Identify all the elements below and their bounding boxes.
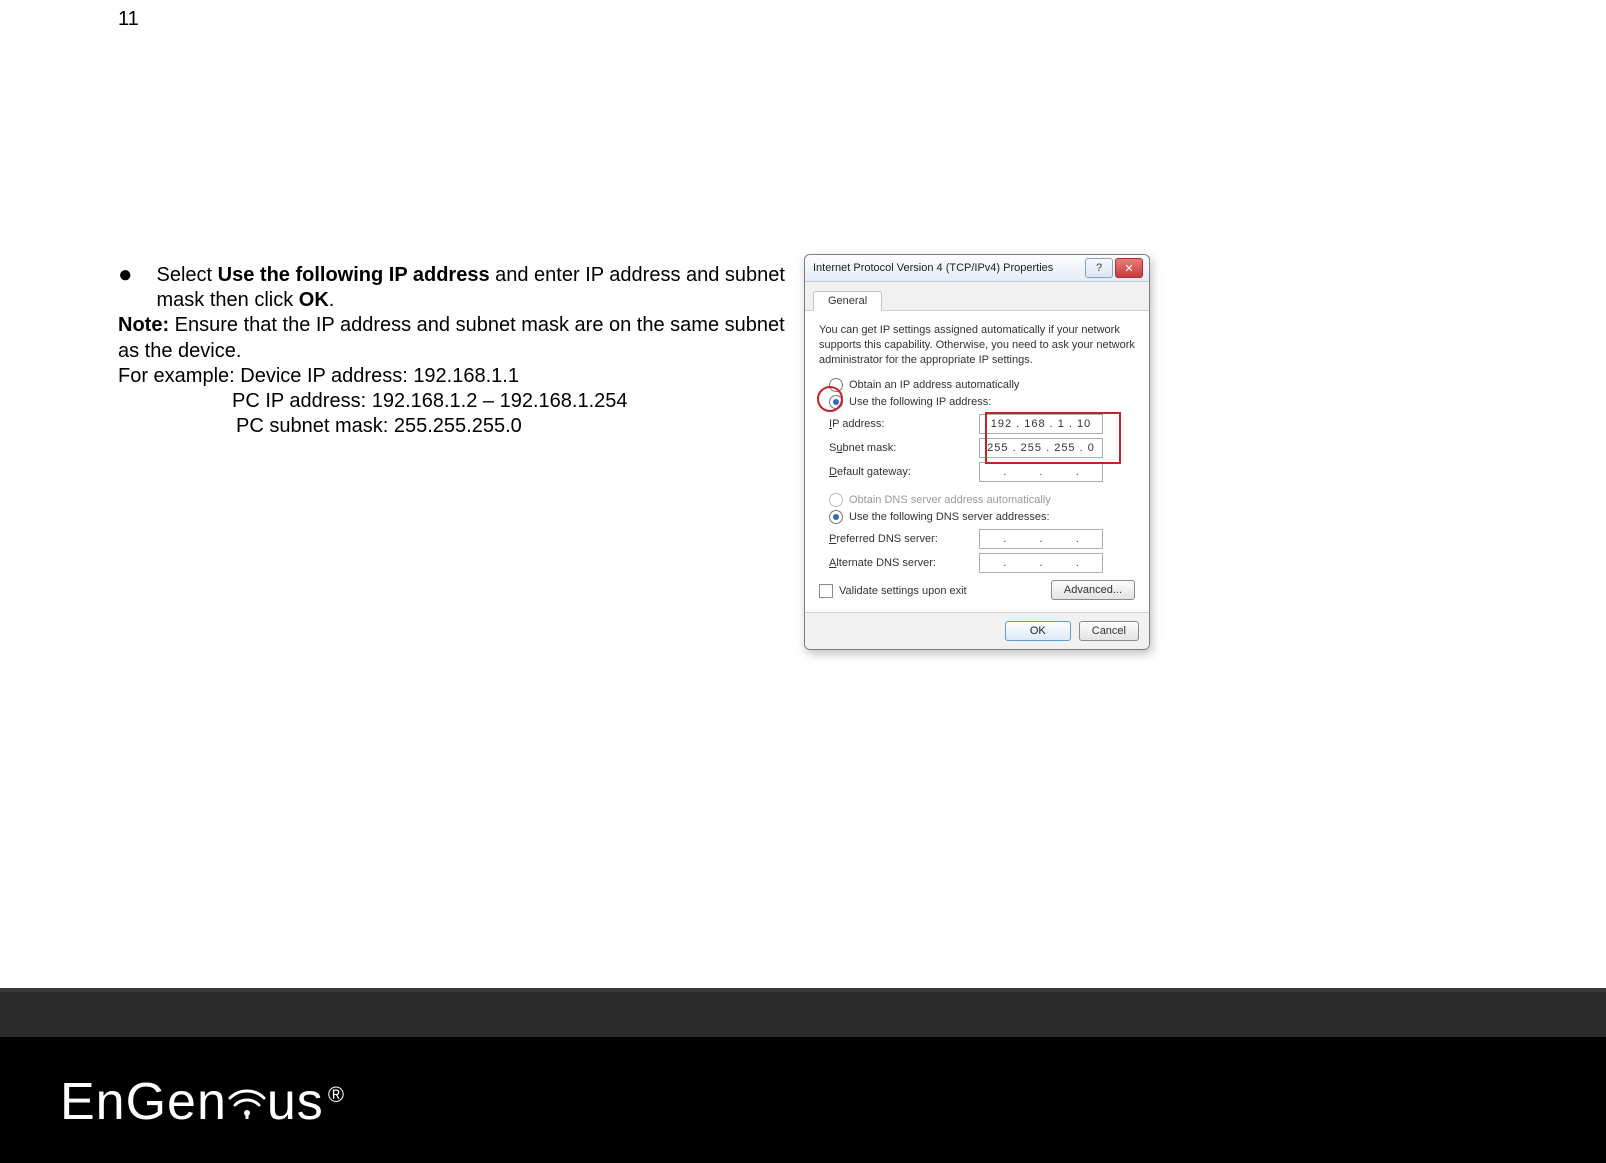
footer-stripe (0, 988, 1606, 1037)
tab-general[interactable]: General (813, 291, 882, 311)
instruction-bullet: ● Select Use the following IP address an… (118, 263, 798, 313)
engenius-logo: EnGen us ® (60, 1072, 344, 1132)
option-label: Obtain DNS server address automatically (849, 494, 1051, 506)
text-bold: OK (299, 289, 329, 311)
field-label: Alternate DNS server: (829, 557, 979, 569)
logo-text: EnGen us (60, 1072, 324, 1132)
radio-icon (829, 510, 843, 524)
field-subnet-mask: Subnet mask: 255 . 255 . 255 . 0 (829, 437, 1135, 459)
field-label: Default gateway: (829, 466, 979, 478)
field-ip-address: IIP address:P address: 192 . 168 . 1 . 1… (829, 413, 1135, 435)
ok-button[interactable]: OK (1005, 621, 1071, 641)
option-obtain-dns-auto: Obtain DNS server address automatically (829, 493, 1135, 507)
body-text: ● Select Use the following IP address an… (118, 263, 798, 439)
note-text: Ensure that the IP address and subnet ma… (118, 314, 785, 361)
field-label: Preferred DNS server: (829, 533, 979, 545)
dialog-body: You can get IP settings assigned automat… (805, 311, 1149, 612)
field-default-gateway: Default gateway: ... (829, 461, 1135, 483)
close-button[interactable]: ✕ (1115, 258, 1143, 278)
subnet-mask-input[interactable]: 255 . 255 . 255 . 0 (979, 438, 1103, 458)
option-label: Use the following DNS server addresses: (849, 511, 1050, 523)
registered-mark: ® (328, 1082, 344, 1108)
dialog-titlebar[interactable]: Internet Protocol Version 4 (TCP/IPv4) P… (805, 255, 1149, 282)
page-number: 11 (118, 8, 798, 31)
text-bold: Use the following IP address (218, 264, 490, 286)
ip-address-input[interactable]: 192 . 168 . 1 . 10 (979, 414, 1103, 434)
dialog-intro-text: You can get IP settings assigned automat… (819, 323, 1135, 368)
pc-ip-line: PC IP address: 192.168.1.2 – 192.168.1.2… (232, 389, 798, 414)
option-use-following-ip[interactable]: Use the following IP address: (829, 395, 1135, 409)
field-alternate-dns: Alternate DNS server: ... (829, 552, 1135, 574)
field-label: IIP address:P address: (829, 418, 979, 430)
note-line: Note: Ensure that the IP address and sub… (118, 313, 798, 363)
checkbox-icon (819, 584, 833, 598)
option-obtain-ip-auto[interactable]: Obtain an IP address automatically (829, 378, 1135, 392)
default-gateway-input[interactable]: ... (979, 462, 1103, 482)
bullet-text: Select Use the following IP address and … (157, 263, 799, 313)
example-line: For example: Device IP address: 192.168.… (118, 364, 798, 389)
dialog-title: Internet Protocol Version 4 (TCP/IPv4) P… (805, 262, 1053, 274)
bullet-icon: ● (118, 263, 133, 313)
advanced-button[interactable]: Advanced... (1051, 580, 1135, 600)
dns-fields: Preferred DNS server: ... Alternate DNS … (829, 528, 1135, 574)
radio-icon (829, 378, 843, 392)
footer-logo-bar: EnGen us ® EnGenius (0, 1037, 1606, 1163)
ip-fields: IIP address:P address: 192 . 168 . 1 . 1… (829, 413, 1135, 483)
note-label: Note: (118, 314, 169, 336)
page-footer: EnGen us ® EnGenius (0, 988, 1606, 1163)
option-label: Obtain an IP address automatically (849, 379, 1019, 391)
validate-label: Validate settings upon exit (839, 585, 967, 597)
radio-icon (829, 493, 843, 507)
preferred-dns-input[interactable]: ... (979, 529, 1103, 549)
help-button[interactable]: ? (1085, 258, 1113, 278)
ipv4-properties-dialog: Internet Protocol Version 4 (TCP/IPv4) P… (804, 254, 1150, 650)
help-icon: ? (1096, 262, 1102, 274)
text-fragment: . (329, 289, 335, 311)
document-text-column: 11 ● Select Use the following IP address… (118, 0, 798, 439)
wifi-icon (227, 1072, 267, 1132)
radio-icon (829, 395, 843, 409)
option-label: Use the following IP address: (849, 396, 991, 408)
field-label: Subnet mask: (829, 442, 979, 454)
field-preferred-dns: Preferred DNS server: ... (829, 528, 1135, 550)
option-use-following-dns[interactable]: Use the following DNS server addresses: (829, 510, 1135, 524)
dialog-footer: OK Cancel (805, 612, 1149, 649)
dialog-tab-row: General (805, 282, 1149, 311)
text-fragment: Select (157, 264, 218, 286)
pc-mask-line: PC subnet mask: 255.255.255.0 (236, 414, 798, 439)
cancel-button[interactable]: Cancel (1079, 621, 1139, 641)
alternate-dns-input[interactable]: ... (979, 553, 1103, 573)
close-icon: ✕ (1124, 262, 1133, 275)
